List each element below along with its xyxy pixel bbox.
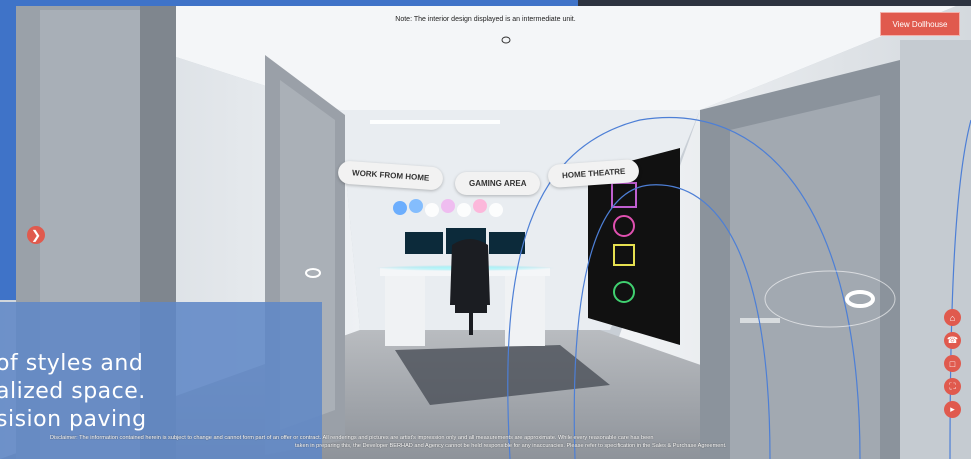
disclaimer-line: taken in preparing this, the Developer B… (295, 443, 727, 449)
view-dollhouse-button[interactable]: View Dollhouse (880, 12, 960, 36)
overlay-line: alized space. (0, 379, 146, 404)
floorplan-icon[interactable]: □ (944, 355, 961, 372)
top-accent-bar (0, 0, 578, 6)
disclaimer: Disclaimer: The information contained he… (50, 434, 971, 450)
home-icon[interactable]: ⌂ (944, 309, 961, 326)
disclaimer-line: Disclaimer: The information contained he… (50, 435, 654, 441)
marketing-overlay-text: of styles and alized space. sision pavin… (0, 350, 147, 434)
left-accent-bar (0, 0, 16, 300)
chevron-right-icon[interactable]: ❯ (27, 226, 45, 244)
overlay-line: sision paving (0, 407, 147, 432)
volume-icon[interactable]: ▸ (944, 401, 961, 418)
overlay-line: of styles and (0, 351, 144, 376)
hotspot-gaming-area[interactable]: GAMING AREA (455, 172, 541, 195)
interior-note: Note: The interior design displayed is a… (395, 16, 576, 23)
side-toolbar: ⌂ ☎ □ ⛶ ▸ (944, 309, 962, 418)
fullscreen-icon[interactable]: ⛶ (944, 378, 961, 395)
phone-icon[interactable]: ☎ (944, 332, 961, 349)
top-dark-bar (578, 0, 971, 6)
